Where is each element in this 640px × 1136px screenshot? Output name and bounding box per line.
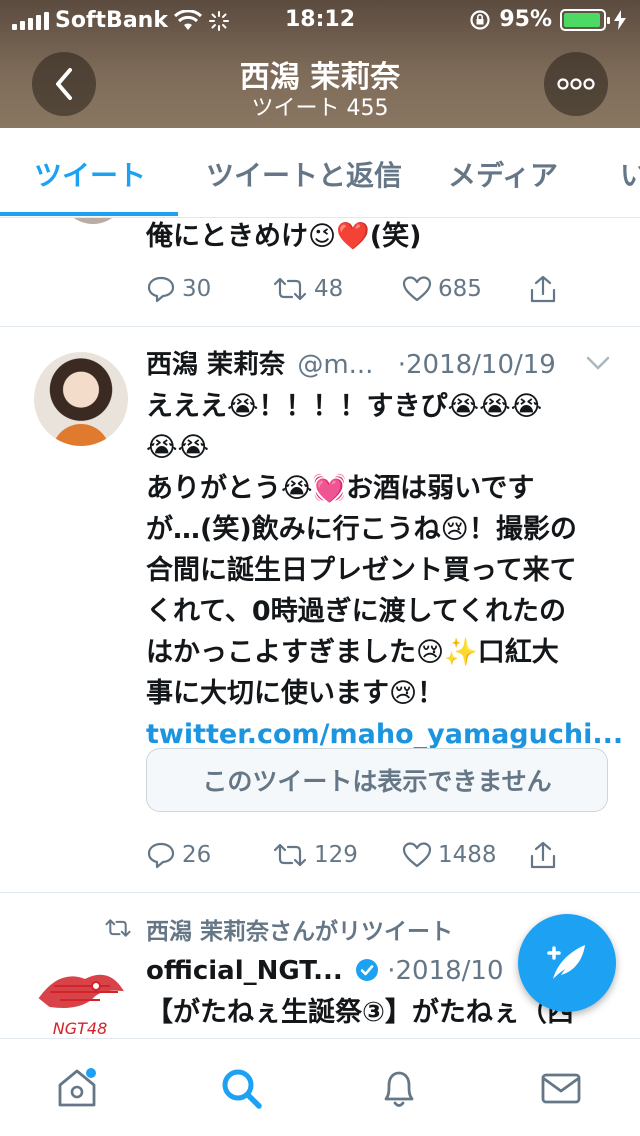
tab-tweets-and-replies[interactable]: ツイートと返信 [206,154,402,194]
reply-button[interactable]: 26 [146,841,272,869]
tweet-text-line: 【がたねぇ生誕祭③】がたねぇ（西 [146,997,574,1028]
active-tab-indicator [0,212,178,216]
avatar[interactable] [34,352,128,446]
verified-badge-icon [355,959,378,981]
profile-header: SoftBank 18:12 95% 西潟 茉莉奈 ツイート 455 [0,0,640,128]
retweet-button[interactable]: 48 [272,276,402,302]
tweet-divider [0,326,640,327]
tweet-text-line: くれて、0時過ぎに渡してくれたの [146,596,567,627]
bell-icon[interactable] [376,1065,422,1111]
tweet-body: えええ😭！！！！すきぴ😭😭😭 😭😭 ありがとう😭💓お酒は弱いです が…(笑)飲み… [146,386,623,755]
tweet-header: official_NGT... ·2018/10 [146,956,504,986]
tab-media[interactable]: メディア [448,154,558,194]
share-icon [530,275,556,303]
tweet-text-line: 合間に誕生日プレゼント買って来て [146,555,577,586]
retweet-button[interactable]: 129 [272,842,402,868]
tweet-text-line: 😭😭 [146,432,210,463]
tweet-date: ·2018/10 [387,956,504,986]
tweet-feed[interactable]: 俺にときめけ😉❤️(笑) 30 48 685 西潟 茉莉奈 @m... ·201… [0,218,640,1038]
reply-icon [147,276,175,303]
heart-icon [402,276,432,302]
like-count: 1488 [438,842,497,868]
retweet-icon [273,277,307,301]
retweet-count: 48 [314,276,344,302]
reply-count: 26 [182,842,212,868]
mail-icon[interactable] [538,1065,584,1111]
retweet-icon [273,843,307,867]
like-button[interactable]: 1488 [402,841,528,869]
tweet-text-line: ありがとう😭💓お酒は弱いです [146,473,535,504]
tweet-divider [0,892,640,893]
battery-percent: 95% [499,7,552,32]
compose-quill-icon [547,945,585,979]
retweet-count: 129 [314,842,358,868]
chevron-down-icon[interactable] [586,356,610,370]
tweet-date: ·2018/10/19 [397,350,556,380]
author-name[interactable]: official_NGT... [146,956,343,986]
profile-tabs: ツイート ツイートと返信 メディア い [0,128,640,218]
unavailable-tweet-card[interactable]: このツイートは表示できません [146,748,608,812]
author-handle[interactable]: @m... [297,350,373,380]
home-icon[interactable] [54,1065,100,1111]
tweet-text-line: はかっこよすぎました😢✨口紅大 [146,637,559,668]
search-icon[interactable] [218,1065,264,1111]
logo-text: NGT48 [53,1019,108,1038]
share-button[interactable] [528,274,558,304]
retweet-icon [105,919,131,937]
tweet-header: 西潟 茉莉奈 @m... ·2018/10/19 [146,344,556,381]
tweet-text-line: が…(笑)飲みに行こうね😢！撮影の [146,514,577,545]
tweet-actions: 26 129 1488 [146,840,558,870]
heart-icon [402,842,432,868]
share-button[interactable] [528,840,558,870]
status-bar: SoftBank 18:12 95% [0,0,640,40]
tweet-count: ツイート 455 [251,96,389,121]
like-button[interactable]: 685 [402,275,528,303]
tweet-actions: 30 48 685 [146,274,558,304]
tweet-text-line: えええ😭！！！！すきぴ😭😭😭 [146,391,543,422]
like-count: 685 [438,276,482,302]
tweet-text-line: 事に大切に使います😢！ [146,678,445,709]
tweet-text: 俺にときめけ😉❤️(笑) [146,221,422,252]
author-name[interactable]: 西潟 茉莉奈 [146,350,285,380]
compose-tweet-button[interactable] [518,914,616,1012]
charging-icon [614,9,626,30]
retweet-label: 西潟 茉莉奈さんがリツイート [146,919,454,945]
more-button[interactable] [544,52,608,116]
tab-likes[interactable]: い [620,154,640,194]
bottom-navigation [0,1038,640,1136]
rotation-lock-icon [470,9,490,30]
avatar[interactable] [60,218,126,224]
reply-button[interactable]: 30 [146,275,272,303]
more-dots-icon [557,78,595,90]
share-icon [530,841,556,869]
status-right: 95% [469,7,626,32]
reply-count: 30 [182,276,212,302]
ngt48-logo [38,974,124,1008]
reply-icon [147,842,175,869]
tab-tweets[interactable]: ツイート [34,154,146,194]
avatar[interactable]: NGT48 [30,958,130,1038]
battery-icon [560,8,610,31]
